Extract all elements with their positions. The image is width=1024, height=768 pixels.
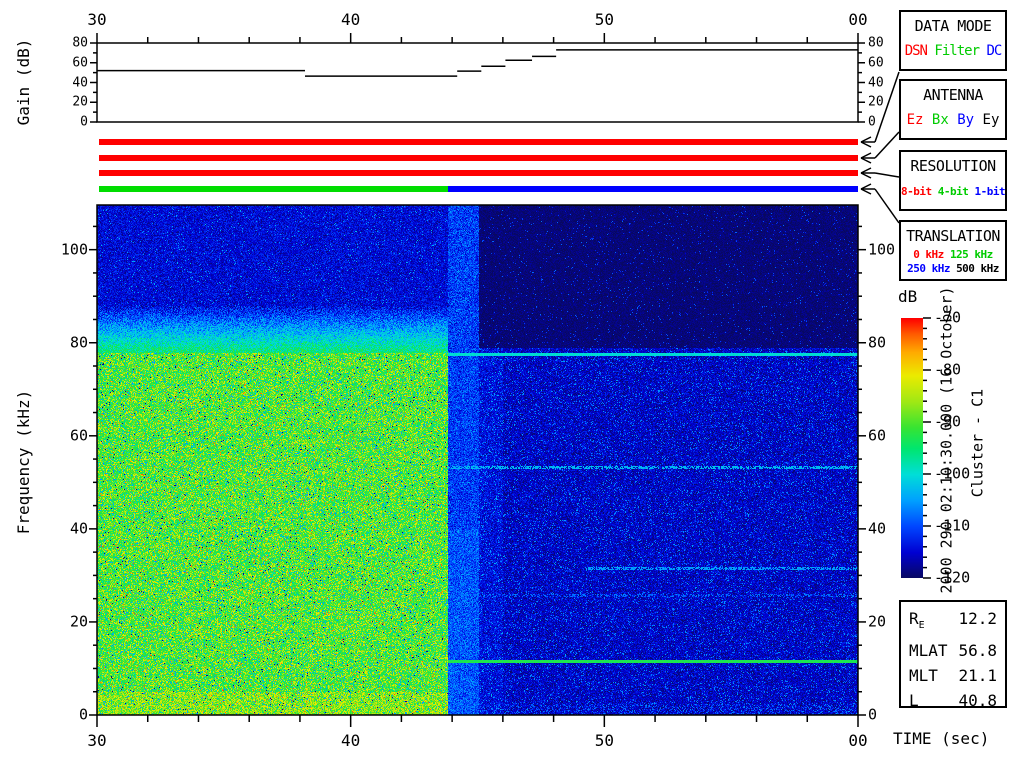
param-row-mlat: MLAT 56.8 [901, 638, 1005, 663]
tick-label: 60 [868, 56, 884, 69]
tick-label: 80 [868, 37, 884, 50]
antenna-bx: Bx [932, 112, 949, 128]
tick-label: 20 [868, 96, 884, 109]
param-value-re: 12.2 [958, 606, 997, 638]
spacecraft-annotation: Cluster - C1 [971, 389, 986, 497]
antenna-ez: Ez [907, 112, 924, 128]
tick-label: 0 [868, 708, 877, 723]
tick-label: 00 [848, 12, 867, 28]
data-mode-filter: Filter [934, 43, 979, 59]
param-row-mlt: MLT 21.1 [901, 663, 1005, 688]
resolution-4bit: 4-bit [938, 185, 969, 198]
resolution-status-bar [99, 170, 858, 176]
param-value-mlat: 56.8 [958, 638, 997, 663]
orbit-params-box: RE 12.2 MLAT 56.8 MLT 21.1 L 40.8 [899, 600, 1007, 708]
antenna-by: By [957, 112, 974, 128]
translation-125khz: 125 kHz [950, 248, 993, 261]
antenna-values: Ez Bx By Ey [901, 112, 1005, 128]
tick-label: 40 [868, 76, 884, 89]
param-label-l: L [909, 688, 919, 713]
param-label-re: RE [909, 606, 925, 638]
tick-label: 0 [868, 116, 876, 129]
resolution-values: 8-bit 4-bit 1-bit [901, 185, 1005, 198]
translation-status-bar-segment-250khz [448, 186, 858, 192]
tick-label: 80 [868, 335, 886, 350]
tick-label: 40 [868, 521, 886, 536]
tick-label: 40 [72, 76, 88, 89]
tick-label: 20 [72, 96, 88, 109]
data-mode-box: DATA MODE DSN Filter DC [899, 10, 1007, 71]
tick-label: 0 [80, 116, 88, 129]
data-mode-title: DATA MODE [901, 17, 1005, 35]
translation-box: TRANSLATION 0 kHz 125 kHz 250 kHz 500 kH… [899, 220, 1007, 281]
antenna-box: ANTENNA Ez Bx By Ey [899, 79, 1007, 140]
resolution-1bit: 1-bit [975, 185, 1006, 198]
tick-label: 30 [87, 12, 106, 28]
tick-label: 60 [72, 56, 88, 69]
translation-row-2: 250 kHz 500 kHz [901, 262, 1005, 276]
resolution-box: RESOLUTION 8-bit 4-bit 1-bit [899, 150, 1007, 211]
gain-axis-title: Gain (dB) [16, 39, 32, 126]
datetime-annotation: 2000 290 02:10:30.000 (16 October) [940, 286, 955, 593]
param-row-l: L 40.8 [901, 688, 1005, 713]
time-axis-title: TIME (sec) [893, 731, 989, 747]
param-value-mlt: 21.1 [958, 663, 997, 688]
param-label-mlt: MLT [909, 663, 938, 688]
tick-label: 50 [595, 733, 614, 749]
data-mode-dc: DC [986, 43, 1001, 59]
tick-label: -70 [934, 311, 961, 326]
param-row-re: RE 12.2 [901, 606, 1005, 638]
tick-label: 20 [868, 614, 886, 629]
resolution-8bit: 8-bit [901, 185, 932, 198]
tick-label: 80 [70, 335, 88, 350]
tick-label: -110 [934, 519, 970, 534]
tick-label: 50 [595, 12, 614, 28]
tick-label: 40 [341, 733, 360, 749]
tick-label: -90 [934, 415, 961, 430]
tick-label: 20 [70, 614, 88, 629]
tick-label: 40 [341, 12, 360, 28]
tick-label: -80 [934, 363, 961, 378]
colorbar-canvas [901, 318, 923, 578]
tick-label: 60 [70, 428, 88, 443]
tick-label: 100 [61, 242, 88, 257]
antenna-ey: Ey [983, 112, 1000, 128]
colorbar-title: dB [898, 289, 917, 305]
translation-500khz: 500 kHz [956, 262, 999, 275]
tick-label: 30 [87, 733, 106, 749]
translation-title: TRANSLATION [901, 227, 1005, 245]
antenna-status-bar [99, 155, 858, 161]
tick-label: -120 [934, 571, 970, 586]
tick-label: 60 [868, 428, 886, 443]
tick-label: 40 [70, 521, 88, 536]
data-mode-dsn: DSN [905, 43, 927, 59]
resolution-title: RESOLUTION [901, 157, 1005, 175]
wbd-spectrogram-page: Gain (dB) Frequency (kHz) 2000 290 02:10… [0, 0, 1024, 768]
translation-row-1: 0 kHz 125 kHz [901, 248, 1005, 262]
tick-label: 80 [72, 37, 88, 50]
tick-label: 00 [848, 733, 867, 749]
translation-250khz: 250 kHz [907, 262, 950, 275]
tick-label: 0 [79, 708, 88, 723]
translation-status-bar-segment-125khz [99, 186, 448, 192]
translation-0khz: 0 kHz [913, 248, 944, 261]
frequency-axis-title: Frequency (kHz) [16, 390, 32, 535]
data-mode-values: DSN Filter DC [901, 43, 1005, 59]
param-label-mlat: MLAT [909, 638, 948, 663]
spectrogram-canvas [97, 205, 858, 715]
tick-label: -100 [934, 467, 970, 482]
tick-label: 100 [868, 242, 895, 257]
data-mode-status-bar [99, 139, 858, 145]
antenna-title: ANTENNA [901, 86, 1005, 104]
param-value-l: 40.8 [958, 688, 997, 713]
